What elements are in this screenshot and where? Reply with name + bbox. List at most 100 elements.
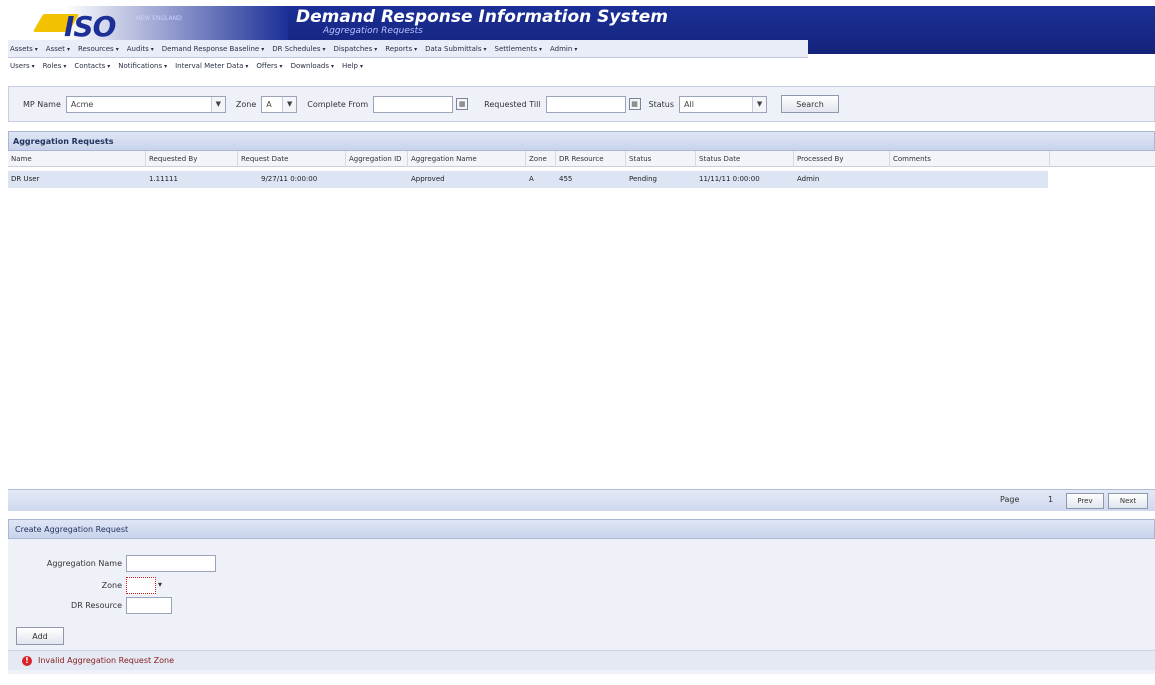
grid-header: Name Requested By Request Date Aggregati…	[8, 151, 1155, 167]
requested-till-label: Requested Till	[484, 99, 541, 109]
status-select[interactable]: All ▼	[679, 95, 768, 113]
aggregation-name-input[interactable]	[126, 555, 216, 572]
header: ISO NEW ENGLAND Demand Response Informat…	[0, 0, 1155, 74]
column-header[interactable]: Requested By	[146, 151, 238, 167]
requested-till-input[interactable]	[545, 95, 626, 113]
table-cell: 11/11/11 0:00:00	[699, 175, 760, 183]
app-title: Demand Response Information System	[296, 7, 668, 27]
chevron-down-icon: ▾	[279, 63, 283, 70]
menu-item-baseline[interactable]: Demand Response Baseline ▾	[162, 45, 264, 53]
menu-item-help[interactable]: Help ▾	[342, 62, 363, 70]
pager: Page 1 Prev Next	[8, 489, 1155, 511]
chevron-down-icon: ▾	[63, 63, 67, 70]
menu-item-users[interactable]: Users ▾	[10, 62, 35, 70]
menu-item-audits[interactable]: Audits ▾	[127, 45, 154, 53]
table-cell: 455	[559, 175, 573, 183]
menu-item-contacts[interactable]: Contacts ▾	[74, 62, 110, 70]
column-header[interactable]: Aggregation ID	[346, 151, 408, 167]
main-menu: Assets ▾ Asset ▾ Resources ▾ Audits ▾ Demand…	[8, 40, 808, 58]
filter-bar: MP Name Acme ▼ Zone A ▼ Complete From ▦ …	[8, 86, 1155, 122]
zone-select[interactable]: A ▼	[261, 95, 298, 113]
chevron-down-icon: ▾	[322, 45, 326, 53]
grid-body	[8, 167, 1155, 489]
next-button[interactable]: Next	[1108, 493, 1148, 509]
menu-item-downloads[interactable]: Downloads ▾	[291, 62, 334, 70]
column-header[interactable]: DR Resource	[556, 151, 626, 167]
chevron-down-icon: ▾	[66, 45, 70, 53]
menu-item-reports[interactable]: Reports ▾	[385, 45, 417, 53]
table-cell	[346, 171, 408, 188]
mp-name-label: MP Name	[23, 99, 61, 109]
menu-item-offers[interactable]: Offers ▾	[256, 62, 282, 70]
logo-subtext: NEW ENGLAND	[136, 15, 182, 22]
table-cell	[890, 171, 1048, 188]
chevron-down-icon: ▾	[538, 45, 542, 53]
column-header[interactable]: Status	[626, 151, 696, 167]
mp-name-select[interactable]: Acme ▼	[65, 95, 226, 113]
zone-label: Zone	[101, 581, 122, 590]
menu-item-data-submittals[interactable]: Data Submittals ▾	[425, 45, 486, 53]
column-header[interactable]: Zone	[526, 151, 556, 167]
warning-icon: !	[22, 655, 32, 666]
column-header[interactable]: Processed By	[794, 151, 890, 167]
search-button[interactable]: Search	[781, 95, 840, 113]
table-cell: DR User	[11, 175, 40, 183]
chevron-down-icon[interactable]: ▾	[158, 580, 168, 589]
calendar-icon[interactable]: ▦	[628, 98, 641, 110]
dr-resource-label: DR Resource	[71, 601, 122, 610]
prev-button[interactable]: Prev	[1066, 493, 1104, 509]
zone-select[interactable]	[126, 577, 156, 594]
chevron-down-icon: ▾	[360, 63, 364, 70]
table-cell: Approved	[411, 175, 445, 183]
chevron-down-icon[interactable]: ▼	[752, 96, 767, 112]
table-cell: A	[529, 175, 534, 183]
chevron-down-icon: ▾	[31, 63, 35, 70]
chevron-down-icon: ▾	[115, 45, 119, 53]
table-cell: 9/27/11 0:00:00	[261, 175, 318, 183]
chevron-down-icon[interactable]: ▼	[210, 96, 225, 112]
zone-value: A	[266, 99, 272, 109]
status-value: All	[684, 99, 694, 109]
chevron-down-icon: ▾	[150, 45, 154, 53]
table-row[interactable]: DR User 1.11111 9/27/11 0:00:00 Approved…	[8, 171, 1048, 188]
create-section-title: Create Aggregation Request	[8, 519, 1155, 539]
column-header[interactable]: Name	[8, 151, 146, 167]
menu-item-notifications[interactable]: Notifications ▾	[118, 62, 167, 70]
column-header[interactable]: Status Date	[696, 151, 794, 167]
table-cell: Admin	[797, 175, 820, 183]
column-header[interactable]: Aggregation Name	[408, 151, 526, 167]
menu-item-admin[interactable]: Admin ▾	[550, 45, 577, 53]
status-message: ! Invalid Aggregation Request Zone	[8, 650, 1155, 670]
complete-from-input[interactable]	[373, 95, 454, 113]
chevron-down-icon: ▾	[414, 45, 418, 53]
chevron-down-icon: ▾	[331, 63, 335, 70]
menu-item-dr-schedules[interactable]: DR Schedules ▾	[272, 45, 325, 53]
dr-resource-input[interactable]	[126, 597, 172, 614]
menu-item-dispatches[interactable]: Dispatches ▾	[334, 45, 378, 53]
app-subtitle: Aggregation Requests	[323, 26, 423, 36]
sub-menu: Users ▾ Roles ▾ Contacts ▾ Notifications ▾ I…	[8, 58, 468, 74]
zone-label: Zone	[235, 99, 257, 109]
menu-item-roles[interactable]: Roles ▾	[43, 62, 67, 70]
chevron-down-icon: ▾	[164, 63, 168, 70]
chevron-down-icon[interactable]: ▼	[282, 96, 297, 112]
column-header[interactable]: Request Date	[238, 151, 346, 167]
menu-item-interval-meter-data[interactable]: Interval Meter Data ▾	[175, 62, 248, 70]
menu-item-resources[interactable]: Resources ▾	[78, 45, 119, 53]
menu-item-assets[interactable]: Assets ▾	[10, 45, 38, 53]
chevron-down-icon: ▾	[483, 45, 487, 53]
column-header[interactable]: Comments	[890, 151, 1050, 167]
page-label: Page	[1000, 495, 1020, 504]
chevron-down-icon: ▾	[574, 45, 578, 53]
page-number: 1	[1048, 495, 1054, 504]
chevron-down-icon: ▾	[374, 45, 378, 53]
chevron-down-icon: ▾	[107, 63, 111, 70]
menu-item-asset[interactable]: Asset ▾	[46, 45, 70, 53]
add-button[interactable]: Add	[16, 627, 64, 645]
status-text: Invalid Aggregation Request Zone	[38, 656, 175, 665]
aggregation-name-label: Aggregation Name	[46, 559, 122, 568]
calendar-icon[interactable]: ▦	[456, 98, 469, 110]
chevron-down-icon: ▾	[34, 45, 38, 53]
mp-name-value: Acme	[70, 99, 94, 109]
menu-item-settlements[interactable]: Settlements ▾	[495, 45, 542, 53]
